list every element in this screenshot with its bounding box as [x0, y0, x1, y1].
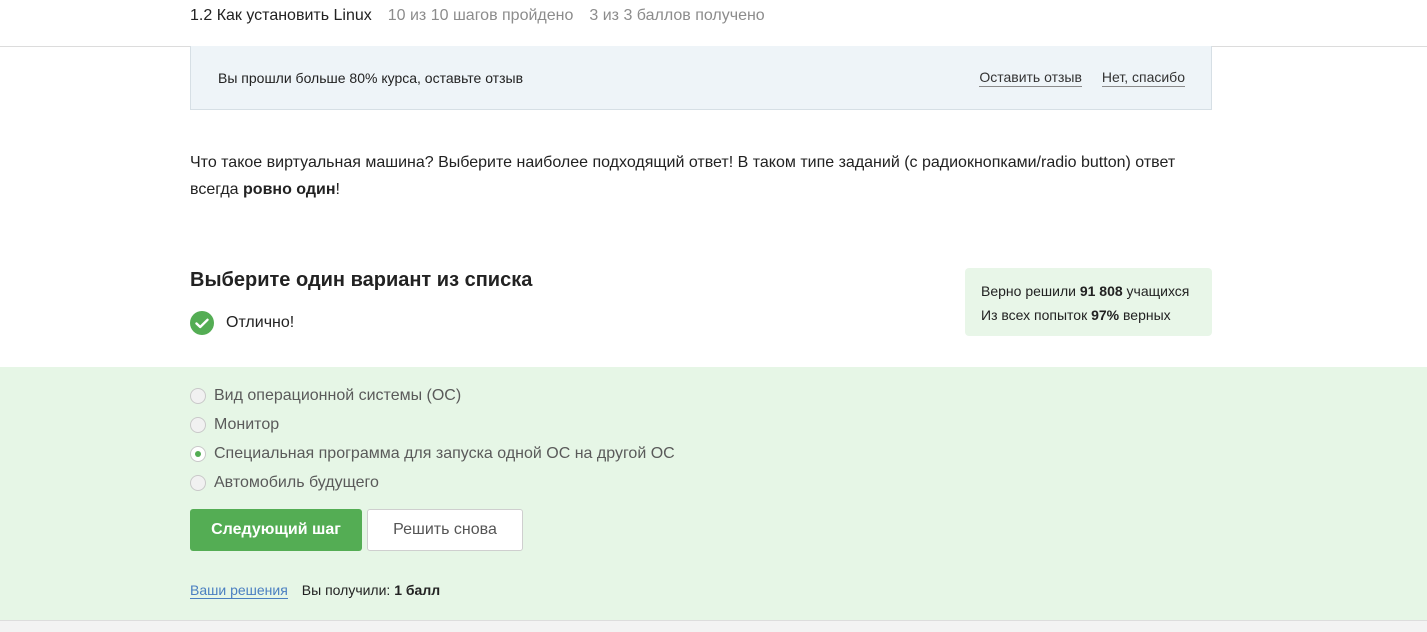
check-icon [190, 311, 214, 335]
score-value: 1 балл [394, 582, 441, 598]
feedback-banner: Вы прошли больше 80% курса, оставьте отз… [190, 46, 1212, 110]
radio-button-selected[interactable] [190, 445, 206, 462]
option-item[interactable]: Монитор [190, 410, 675, 439]
score-prefix: Вы получили: [301, 582, 395, 598]
lesson-header: 1.2 Как установить Linux 10 из 10 шагов … [0, 0, 1427, 47]
stats-solved-count: 91 808 [1079, 283, 1123, 299]
retry-button[interactable]: Решить снова [367, 509, 523, 551]
steps-progress: 10 из 10 шагов пройдено [387, 7, 574, 24]
option-label: Специальная программа для запуска одной … [214, 444, 675, 462]
stats-attempts: Из всех попыток 97% верных [981, 303, 1196, 327]
submission-footer: Ваши решения Вы получили: 1 балл [190, 582, 440, 599]
question-text-bold: ровно один [243, 181, 336, 198]
option-label: Вид операционной системы (ОС) [214, 386, 462, 404]
result-text: Отлично! [226, 314, 295, 331]
radio-button[interactable] [190, 416, 206, 433]
feedback-message: Вы прошли больше 80% курса, оставьте отз… [218, 69, 524, 86]
option-label: Автомобиль будущего [214, 473, 379, 491]
score-received: Вы получили: 1 балл [302, 582, 440, 598]
answer-area: Вид операционной системы (ОС) Монитор Сп… [0, 367, 1427, 620]
option-item[interactable]: Автомобиль будущего [190, 468, 675, 497]
radio-button[interactable] [190, 387, 206, 404]
decline-review-link[interactable]: Нет, спасибо [1101, 69, 1185, 87]
radio-button[interactable] [190, 474, 206, 491]
question-text-part2: ! [335, 181, 340, 198]
stats-solved-suffix: учащихся [1122, 283, 1190, 299]
task-title: Выберите один вариант из списка [190, 269, 533, 291]
stats-solved-prefix: Верно решили [981, 283, 1080, 299]
option-label: Монитор [214, 415, 280, 433]
stats-box: Верно решили 91 808 учащихся Из всех поп… [965, 268, 1212, 336]
result-status: Отлично! [190, 311, 294, 335]
question-text: Что такое виртуальная машина? Выберите н… [190, 149, 1212, 203]
score-progress: 3 из 3 баллов получено [589, 7, 765, 24]
stats-solved: Верно решили 91 808 учащихся [981, 279, 1196, 303]
options-list: Вид операционной системы (ОС) Монитор Сп… [190, 381, 675, 497]
next-step-button[interactable]: Следующий шаг [190, 509, 362, 551]
stats-attempts-prefix: Из всех попыток [981, 307, 1092, 323]
lesson-title: 1.2 Как установить Linux [190, 7, 372, 24]
feedback-links: Оставить отзыв Нет, спасибо [979, 69, 1185, 87]
lesson-header-content: 1.2 Как установить Linux 10 из 10 шагов … [190, 7, 765, 25]
stats-attempts-percent: 97% [1091, 307, 1120, 323]
stats-attempts-suffix: верных [1119, 307, 1171, 323]
option-item[interactable]: Вид операционной системы (ОС) [190, 381, 675, 410]
leave-review-link[interactable]: Оставить отзыв [979, 69, 1082, 87]
your-solutions-link[interactable]: Ваши решения [190, 582, 288, 599]
bottom-divider [0, 620, 1427, 632]
option-item[interactable]: Специальная программа для запуска одной … [190, 439, 675, 468]
